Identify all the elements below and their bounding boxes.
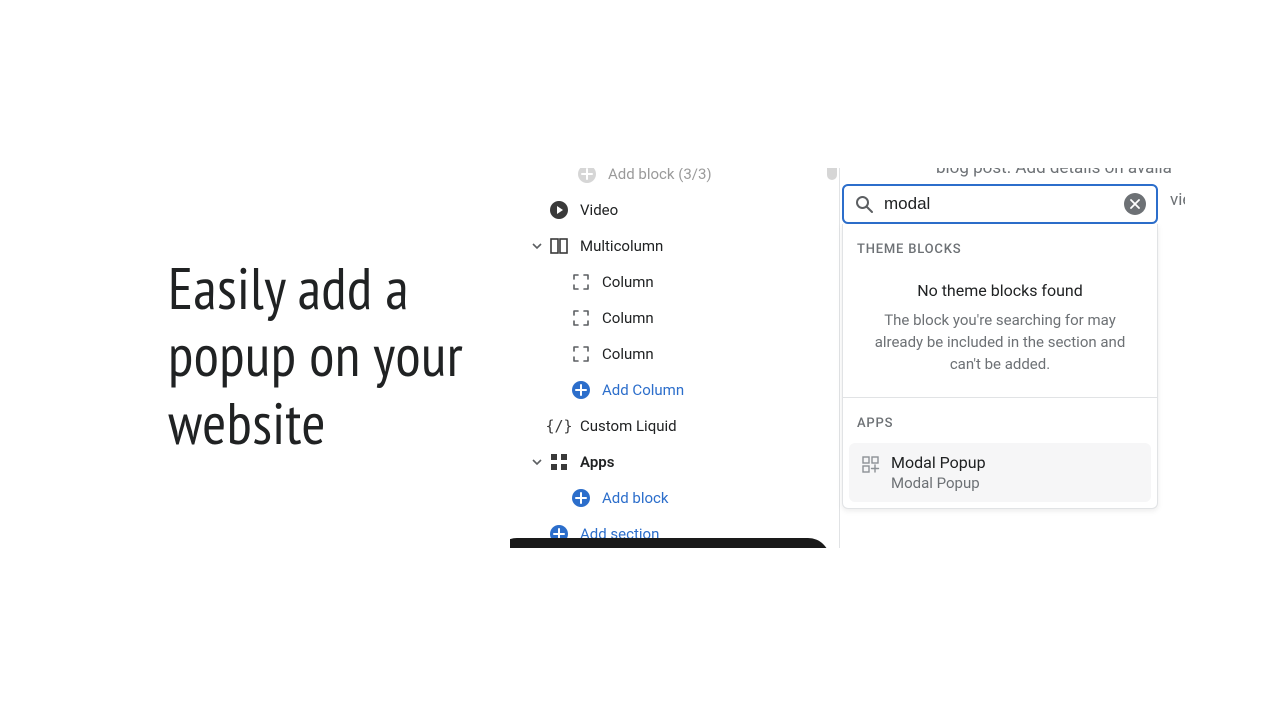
group-apps: APPS [843,398,1157,439]
tree-label: Add block [602,489,669,507]
background-text: blog post. Add details on availa [936,168,1185,178]
search-icon [854,194,874,214]
block-search-field[interactable] [842,184,1158,224]
tree-label: Add Column [602,381,684,399]
app-result-title: Modal Popup [891,453,986,474]
tree-label: Column [602,309,654,327]
tree-label: Custom Liquid [580,417,677,435]
tree-add-column[interactable]: Add Column [510,372,839,408]
app-result-subtitle: Modal Popup [891,474,986,492]
tree-item-column[interactable]: Column [510,336,839,372]
empty-description: The block you're searching for may alrea… [863,310,1137,375]
marketing-headline: Easily add a popup on your website [168,255,498,457]
tree-label: Add block (3/3) [608,168,712,183]
empty-title: No theme blocks found [863,281,1137,300]
tree-item-apps[interactable]: Apps [510,444,839,480]
chevron-down-icon[interactable] [530,239,544,253]
app-result-modal-popup[interactable]: Modal Popup Modal Popup [849,443,1151,502]
clear-search-button[interactable] [1124,193,1146,215]
tree-item-custom-liquid[interactable]: {/} Custom Liquid [510,408,839,444]
liquid-icon: {/} [548,415,570,437]
tree-label: Apps [580,453,614,471]
tree-add-block-disabled: Add block (3/3) [510,168,839,192]
screenshot-crop: Add block (3/3) Video Multicolumn [510,168,1185,548]
frame-icon [570,343,592,365]
block-picker-popup: blog post. Add details on availa vie THE… [840,168,1185,548]
tree-item-multicolumn[interactable]: Multicolumn [510,228,839,264]
columns-icon [548,235,570,257]
background-text: vie [1170,190,1185,210]
empty-state: No theme blocks found The block you're s… [843,265,1157,397]
tree-label: Multicolumn [580,237,663,255]
tree-label: Video [580,201,618,219]
toast-bar [510,538,830,548]
plus-circle-icon [570,487,592,509]
frame-icon [570,307,592,329]
tree-label: Column [602,345,654,363]
frame-icon [570,271,592,293]
search-input[interactable] [884,194,1124,214]
tree-label: Column [602,273,654,291]
tree-add-block[interactable]: Add block [510,480,839,516]
tree-item-column[interactable]: Column [510,300,839,336]
scrollbar-thumb[interactable] [827,168,837,180]
plus-circle-icon [576,168,598,185]
chevron-down-icon[interactable] [530,455,544,469]
group-theme-blocks: THEME BLOCKS [843,224,1157,265]
tree-item-video[interactable]: Video [510,192,839,228]
plus-circle-icon [570,379,592,401]
search-results: THEME BLOCKS No theme blocks found The b… [842,224,1158,509]
apps-grid-icon [548,451,570,473]
play-circle-icon [548,199,570,221]
app-block-icon [861,455,881,475]
tree-item-column[interactable]: Column [510,264,839,300]
sections-tree: Add block (3/3) Video Multicolumn [510,168,840,548]
